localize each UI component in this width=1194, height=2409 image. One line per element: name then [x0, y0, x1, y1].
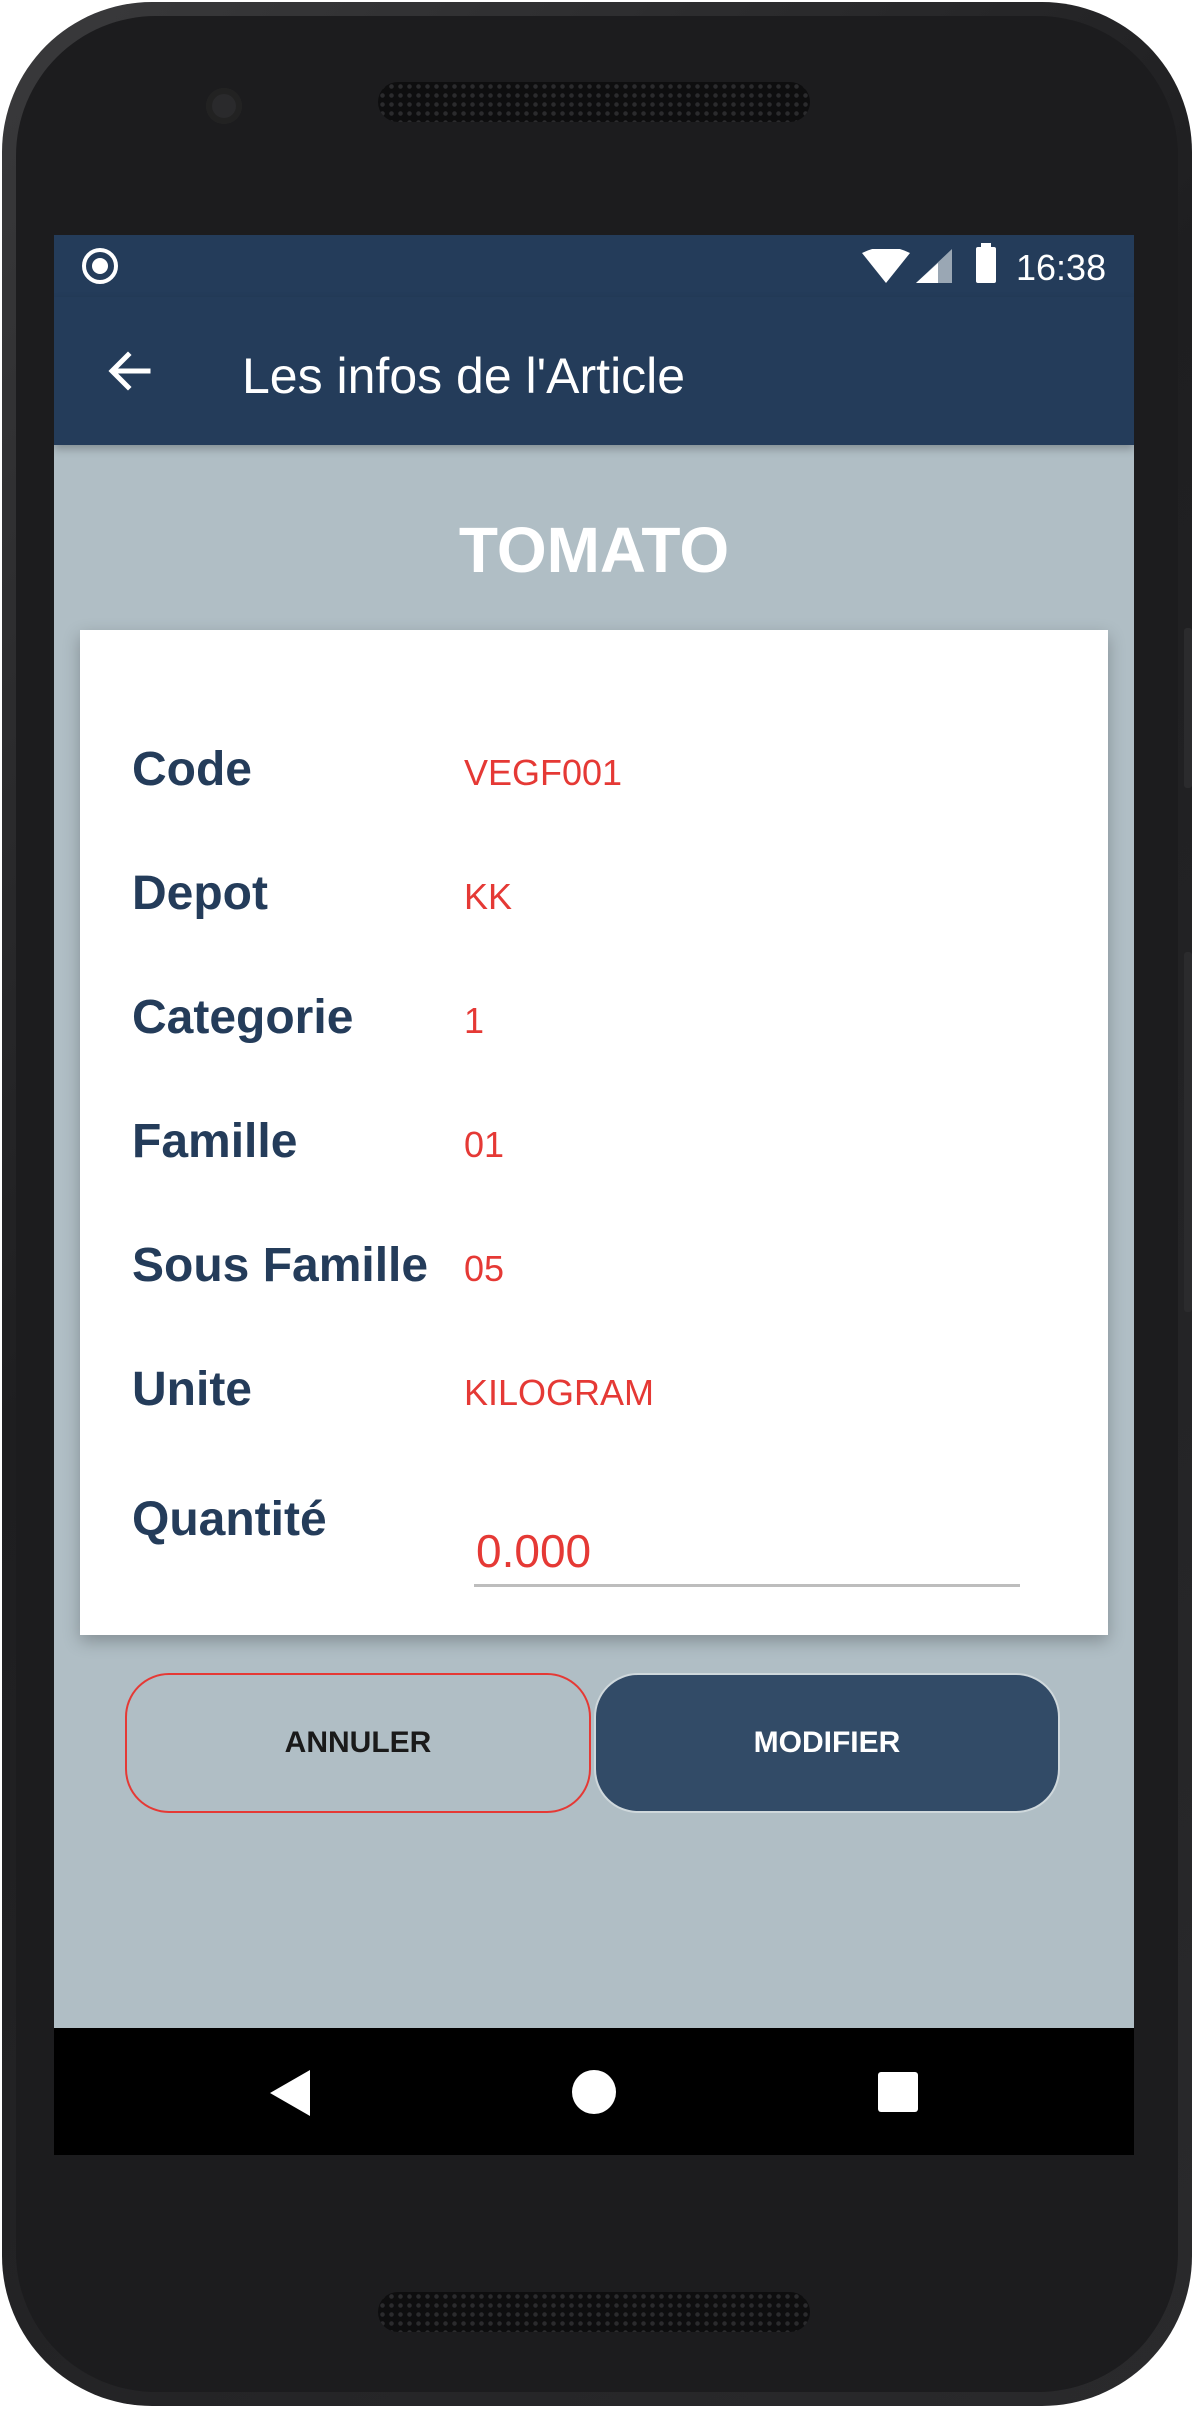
back-arrow-icon[interactable] — [102, 343, 158, 399]
front-camera — [206, 88, 242, 124]
nav-back-icon[interactable] — [270, 2070, 310, 2116]
status-bar: 16:38 — [54, 235, 1134, 297]
notification-icon — [82, 248, 118, 284]
code-value: VEGF001 — [464, 752, 623, 793]
depot-label: Depot — [132, 867, 268, 920]
volume-button — [1184, 628, 1192, 788]
quantite-label: Quantité — [132, 1493, 327, 1546]
phone-frame: 16:38 Les infos de l'Article TOMATO Code… — [2, 2, 1192, 2406]
page-title: Les infos de l'Article — [242, 348, 686, 404]
categorie-value: 1 — [464, 1000, 485, 1041]
status-time: 16:38 — [1016, 247, 1107, 288]
modify-button[interactable]: MODIFIER — [594, 1673, 1060, 1813]
cancel-button[interactable]: ANNULER — [125, 1673, 591, 1813]
app-bar: Les infos de l'Article — [54, 297, 1134, 445]
top-speaker — [378, 82, 810, 122]
sous-famille-label: Sous Famille — [132, 1239, 429, 1292]
article-name: TOMATO — [458, 514, 730, 586]
wifi-icon — [862, 249, 910, 283]
nav-home-icon[interactable] — [572, 2070, 616, 2114]
famille-label: Famille — [132, 1115, 298, 1168]
famille-value: 01 — [464, 1124, 505, 1165]
unite-label: Unite — [132, 1363, 252, 1416]
unite-value: KILOGRAM — [464, 1372, 655, 1413]
article-info-card: Code VEGF001 Depot KK Categorie 1 Famill… — [80, 630, 1108, 1635]
power-button — [1184, 952, 1192, 1312]
categorie-label: Categorie — [132, 991, 354, 1044]
screen: 16:38 Les infos de l'Article TOMATO Code… — [54, 235, 1134, 2155]
nav-recent-icon[interactable] — [878, 2072, 918, 2112]
depot-value: KK — [464, 876, 513, 917]
signal-icon — [916, 249, 952, 283]
sous-famille-value: 05 — [464, 1248, 505, 1289]
bottom-speaker — [378, 2292, 810, 2332]
navigation-bar — [54, 2028, 1134, 2155]
quantite-input[interactable] — [474, 1518, 1020, 1587]
battery-icon — [976, 243, 996, 283]
code-label: Code — [132, 743, 252, 796]
